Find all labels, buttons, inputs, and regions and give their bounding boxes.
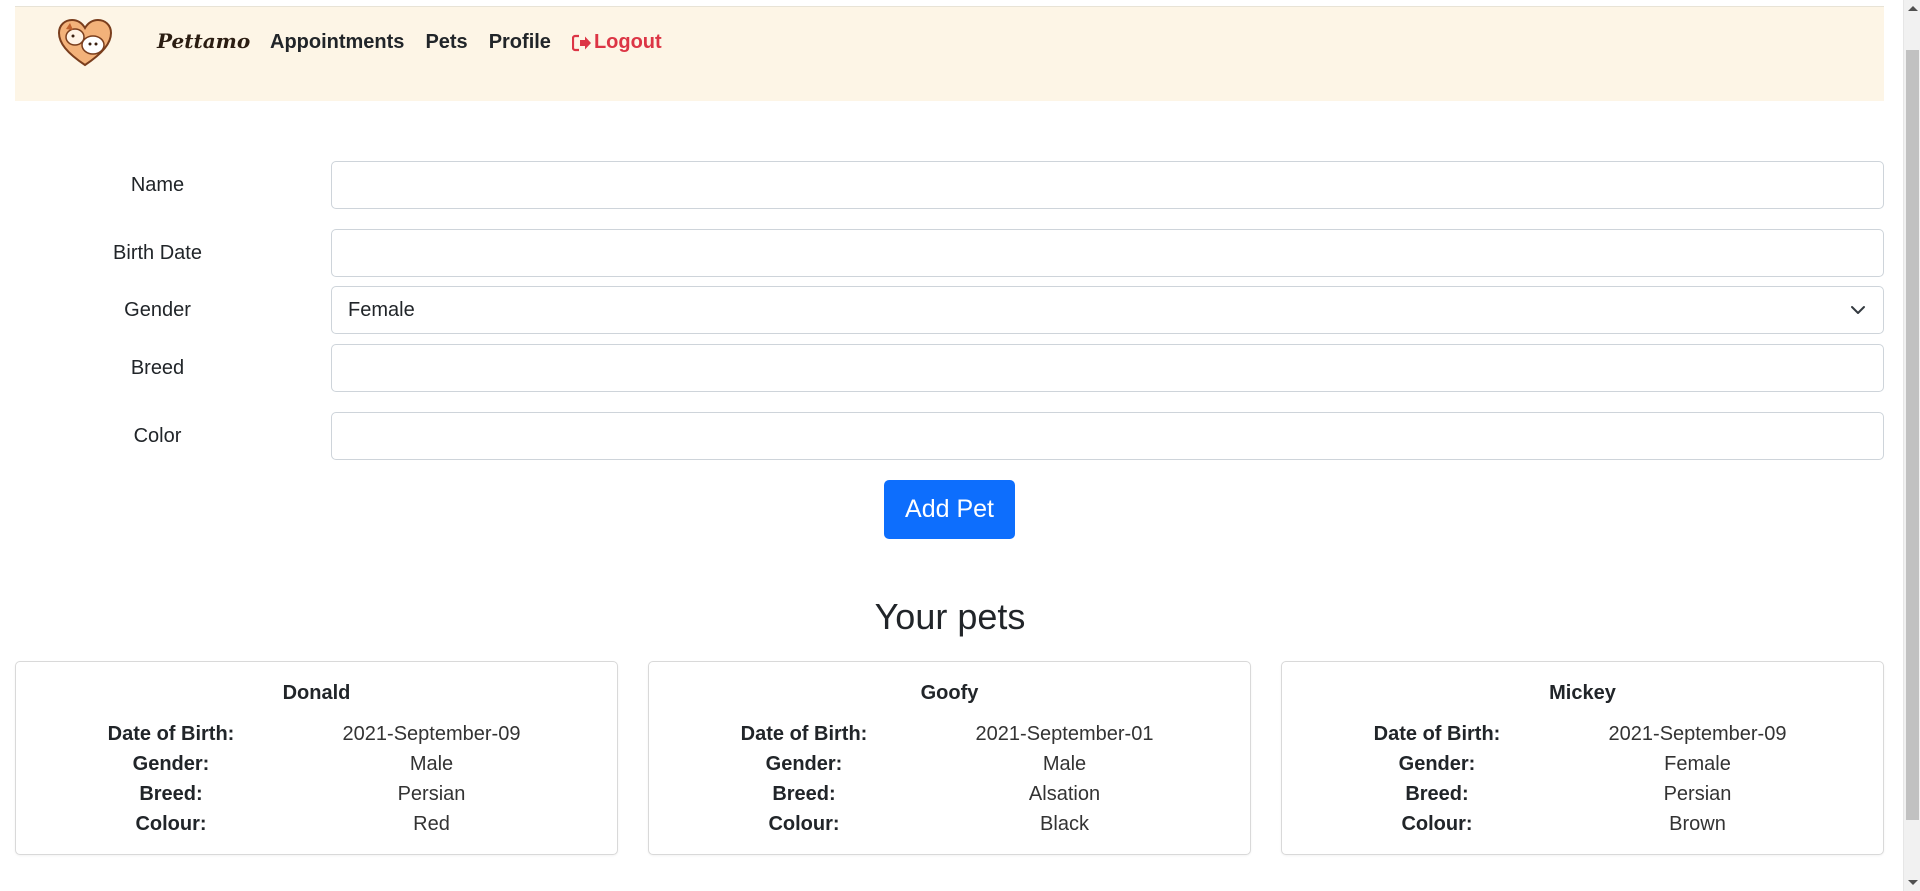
- gender-value: Male: [1042, 752, 1087, 775]
- form-row-breed: Breed: [15, 344, 1884, 392]
- form-row-gender: Gender Female: [15, 286, 1884, 334]
- dob-value: 2021-September-09: [342, 722, 521, 745]
- dob-value: 2021-September-01: [975, 722, 1154, 745]
- form-row-birth-date: Birth Date: [15, 229, 1884, 277]
- scroll-down-arrow-icon[interactable]: [1908, 880, 1918, 885]
- pet-gender-row: Gender: Male: [16, 749, 617, 779]
- gender-field-label: Gender:: [132, 752, 210, 775]
- colour-field-label: Colour:: [135, 812, 207, 835]
- name-input[interactable]: [331, 161, 1884, 209]
- pet-details: Date of Birth: 2021-September-01 Gender:…: [649, 719, 1250, 839]
- breed-input[interactable]: [331, 344, 1884, 392]
- colour-value: Black: [1040, 812, 1089, 835]
- nav-links: Appointments Pets Profile Logout: [270, 31, 683, 54]
- pet-colour-row: Colour: Brown: [1282, 809, 1883, 839]
- logout-icon: [571, 34, 591, 51]
- dob-label: Date of Birth:: [107, 722, 235, 745]
- pet-name: Goofy: [920, 682, 979, 704]
- colour-value: Red: [413, 812, 450, 835]
- pet-breed-row: Breed: Alsation: [649, 779, 1250, 809]
- vertical-scrollbar[interactable]: [1903, 0, 1920, 891]
- gender-select[interactable]: Female: [331, 286, 1884, 334]
- colour-field-label: Colour:: [768, 812, 840, 835]
- birth-date-input[interactable]: [331, 229, 1884, 277]
- pet-details: Date of Birth: 2021-September-09 Gender:…: [1282, 719, 1883, 839]
- pet-name: Donald: [282, 682, 351, 704]
- nav-link-pets[interactable]: Pets: [425, 31, 467, 54]
- pet-card-donald: Donald Date of Birth: 2021-September-09 …: [15, 661, 618, 855]
- add-pet-button[interactable]: Add Pet: [884, 480, 1015, 539]
- pet-card-goofy: Goofy Date of Birth: 2021-September-01 G…: [648, 661, 1251, 855]
- nav-link-logout[interactable]: Logout: [571, 31, 662, 54]
- pets-section-title: Your pets: [874, 596, 1026, 637]
- page: Pettamo Appointments Pets Profile Logout…: [0, 0, 1920, 891]
- gender-label: Gender: [124, 298, 191, 321]
- breed-value: Alsation: [1028, 782, 1101, 805]
- brand-name[interactable]: Pettamo: [157, 29, 250, 53]
- dob-label: Date of Birth:: [1373, 722, 1501, 745]
- breed-label: Breed: [130, 356, 185, 379]
- chevron-down-icon: [1851, 306, 1865, 314]
- logout-label: Logout: [593, 31, 662, 53]
- breed-field-label: Breed:: [772, 782, 836, 805]
- scrollbar-thumb[interactable]: [1906, 50, 1919, 820]
- birth-date-label: Birth Date: [113, 241, 202, 264]
- pet-breed-row: Breed: Persian: [1282, 779, 1883, 809]
- breed-value: Persian: [1663, 782, 1732, 805]
- pet-card-mickey: Mickey Date of Birth: 2021-September-09 …: [1281, 661, 1884, 855]
- gender-value: Male: [409, 752, 454, 775]
- color-label: Color: [133, 424, 182, 447]
- colour-value: Brown: [1669, 812, 1726, 835]
- scroll-up-arrow-icon[interactable]: [1908, 6, 1918, 11]
- form-row-color: Color: [15, 412, 1884, 460]
- pet-colour-row: Colour: Black: [649, 809, 1250, 839]
- nav-link-appointments[interactable]: Appointments: [270, 31, 404, 54]
- pet-details: Date of Birth: 2021-September-09 Gender:…: [16, 719, 617, 839]
- color-input[interactable]: [331, 412, 1884, 460]
- pet-heart-logo-icon[interactable]: [57, 19, 113, 67]
- dob-value: 2021-September-09: [1608, 722, 1787, 745]
- gender-selected-value: Female: [348, 298, 415, 321]
- pet-dob-row: Date of Birth: 2021-September-09: [1282, 719, 1883, 749]
- pet-gender-row: Gender: Male: [649, 749, 1250, 779]
- pet-breed-row: Breed: Persian: [16, 779, 617, 809]
- breed-field-label: Breed:: [139, 782, 203, 805]
- pet-name: Mickey: [1549, 682, 1616, 704]
- form-row-name: Name: [15, 161, 1884, 209]
- navbar: Pettamo Appointments Pets Profile Logout: [15, 6, 1884, 101]
- gender-field-label: Gender:: [1398, 752, 1476, 775]
- breed-field-label: Breed:: [1405, 782, 1469, 805]
- pet-dob-row: Date of Birth: 2021-September-09: [16, 719, 617, 749]
- pet-gender-row: Gender: Female: [1282, 749, 1883, 779]
- pet-colour-row: Colour: Red: [16, 809, 617, 839]
- dob-label: Date of Birth:: [740, 722, 868, 745]
- gender-value: Female: [1664, 752, 1731, 775]
- pet-dob-row: Date of Birth: 2021-September-01: [649, 719, 1250, 749]
- breed-value: Persian: [397, 782, 466, 805]
- colour-field-label: Colour:: [1401, 812, 1473, 835]
- gender-field-label: Gender:: [765, 752, 843, 775]
- nav-link-profile[interactable]: Profile: [489, 31, 551, 54]
- name-label: Name: [130, 173, 185, 196]
